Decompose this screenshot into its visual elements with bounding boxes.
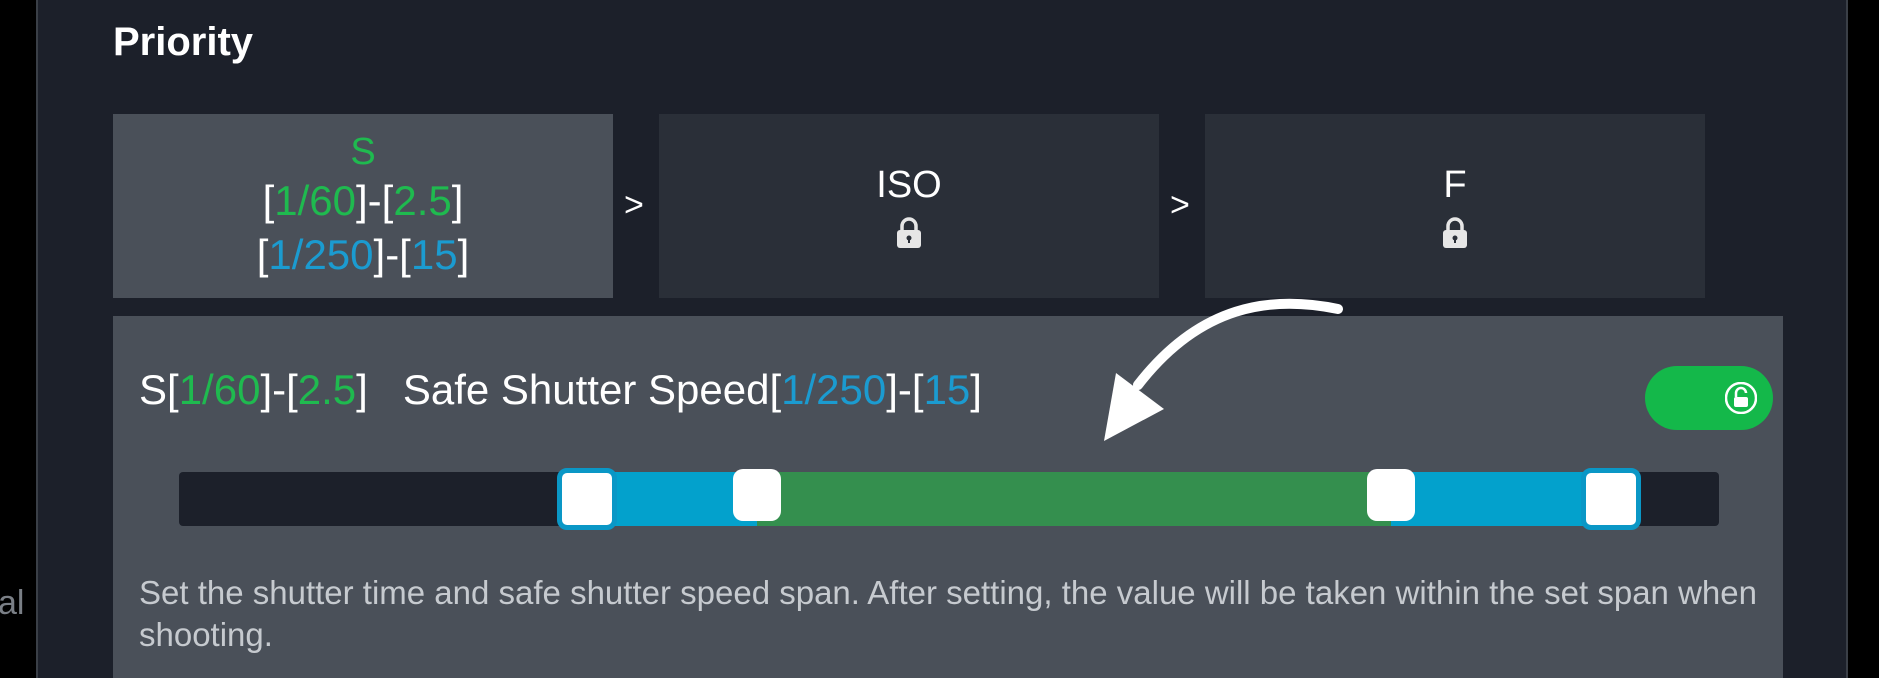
lock-icon: [1442, 217, 1468, 249]
shutter-range-fill: [757, 472, 1391, 526]
shutter-max-value: 2.5: [393, 177, 452, 224]
safe-max-value: 15: [410, 231, 458, 278]
priority-card-iso[interactable]: ISO: [659, 114, 1159, 298]
shutter-range-text: [1/60]-[2.5]: [262, 177, 464, 224]
detail-shutter-max: 2.5: [297, 366, 357, 413]
safe-shutter-label: Safe Shutter Speed: [402, 366, 770, 413]
lock-icon: [896, 217, 922, 249]
priority-card-aperture[interactable]: F: [1205, 114, 1705, 298]
shutter-max-handle[interactable]: [1367, 469, 1415, 521]
detail-safe-min: 1/250: [781, 366, 887, 413]
detail-heading: S[1/60]-[2.5] Safe Shutter Speed[1/250]-…: [139, 366, 982, 413]
safe-max-handle[interactable]: [1581, 468, 1641, 530]
detail-description: Set the shutter time and safe shutter sp…: [139, 574, 1757, 653]
shutter-min-handle[interactable]: [733, 469, 781, 521]
priority-card-label: ISO: [876, 164, 942, 206]
priority-card-label: F: [1443, 164, 1467, 206]
offscreen-edge-text: al: [0, 584, 25, 622]
safe-min-handle[interactable]: [557, 468, 617, 530]
page-title: Priority: [113, 20, 254, 64]
shutter-range-slider[interactable]: [179, 468, 1719, 530]
detail-safe-max: 15: [923, 366, 971, 413]
detail-shutter-min: 1/60: [178, 366, 261, 413]
annotation-arrow-icon: [1104, 298, 1343, 441]
safe-range-text: [1/250]-[15]: [256, 231, 470, 278]
shutter-min-value: 1/60: [274, 177, 357, 224]
lock-toggle[interactable]: [1645, 366, 1773, 430]
priority-card-label: S: [350, 131, 376, 173]
priority-separator: >: [624, 186, 644, 224]
priority-separator: >: [1170, 186, 1190, 224]
detail-prefix: S: [139, 366, 168, 413]
shutter-detail-panel: S[1/60]-[2.5] Safe Shutter Speed[1/250]-…: [113, 316, 1783, 678]
unlock-icon: [1724, 381, 1758, 415]
priority-card-shutter[interactable]: S [1/60]-[2.5] [1/250]-[15]: [113, 114, 613, 298]
safe-min-value: 1/250: [268, 231, 374, 278]
screen-frame: al Priority S [1/60]-[2.5] [1/250]-[15] …: [0, 0, 1879, 678]
